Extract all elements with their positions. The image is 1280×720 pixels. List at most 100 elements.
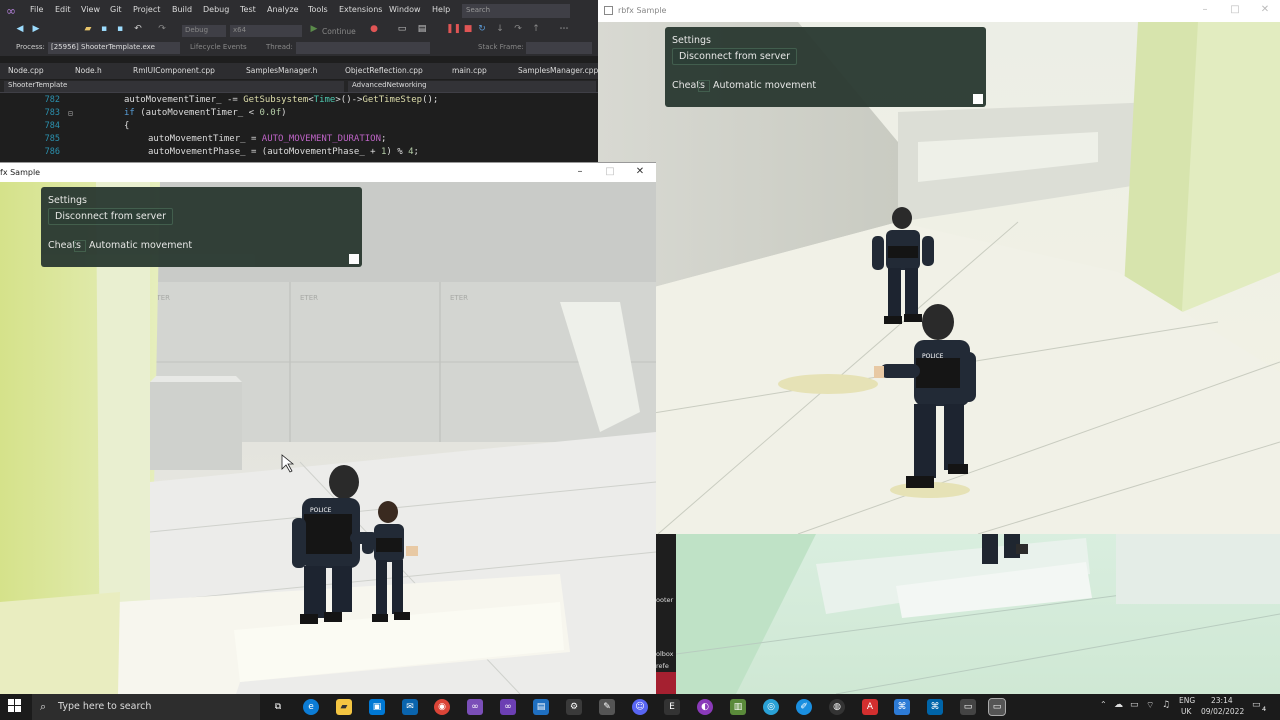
redo-icon[interactable]: ↷ (156, 24, 168, 36)
code-editor[interactable]: 782 autoMovementTimer_ -= GetSubsystem<T… (0, 93, 598, 163)
lifecycle-events-button[interactable]: Lifecycle Events (190, 43, 247, 51)
screen-icon[interactable]: ▭ (396, 24, 408, 36)
menu-build[interactable]: Build (172, 5, 192, 14)
language-region[interactable]: UK (1181, 707, 1191, 716)
pause-icon[interactable]: ❚❚ (446, 24, 461, 36)
language-code[interactable]: ENG (1179, 696, 1195, 705)
maximize-button[interactable]: □ (601, 166, 619, 177)
start-button[interactable] (8, 699, 22, 713)
browser-icon[interactable]: ◎ (763, 699, 779, 715)
stop-icon[interactable]: ■ (462, 24, 474, 36)
vscode-icon[interactable]: ⌘ (927, 699, 943, 715)
tray-chevron-icon[interactable]: ⌃ (1100, 700, 1107, 709)
paint-icon[interactable]: ✎ (599, 699, 615, 715)
collapse-icon[interactable]: ⊟ (68, 109, 73, 118)
menu-extensions[interactable]: Extensions (339, 5, 382, 14)
settings-gear-icon[interactable]: ⚙ (566, 699, 582, 715)
menu-edit[interactable]: Edit (55, 5, 71, 14)
automatic-movement-label[interactable]: Automatic movement (89, 240, 192, 251)
undo-icon[interactable]: ↶ (132, 24, 144, 36)
notepad-icon[interactable]: ▥ (730, 699, 746, 715)
obs-icon[interactable]: ◍ (829, 699, 845, 715)
mail-icon[interactable]: ✉ (402, 699, 418, 715)
menu-view[interactable]: View (81, 5, 100, 14)
maximize-button[interactable]: □ (1226, 4, 1244, 15)
navigate-forward-icon[interactable]: ▶ (30, 24, 42, 36)
cheats-checkbox[interactable] (74, 240, 86, 252)
navigate-back-icon[interactable]: ◀ (14, 24, 26, 36)
open-folder-icon[interactable]: ▰ (82, 24, 94, 36)
layout-icon[interactable]: ▤ (416, 24, 428, 36)
taskbar-search-box[interactable]: ⌕ Type here to search (32, 694, 260, 720)
tab-main-cpp[interactable]: main.cpp (452, 66, 487, 75)
toolbar-more-icon[interactable]: ⋯ (558, 24, 570, 36)
notification-center-icon[interactable]: ▭ (1252, 700, 1261, 710)
media-player-icon[interactable]: ◐ (697, 699, 713, 715)
pen-icon[interactable]: ✐ (796, 699, 812, 715)
tab-node-h[interactable]: Node.h (75, 66, 102, 75)
tab-samplesmanager-cpp[interactable]: SamplesManager.cpp (518, 66, 598, 75)
discord-icon[interactable]: ☺ (632, 699, 648, 715)
menu-tools[interactable]: Tools (308, 5, 328, 14)
minimize-button[interactable]: – (571, 166, 589, 177)
menu-file[interactable]: File (30, 5, 43, 14)
epic-games-icon[interactable]: E (664, 699, 680, 715)
vscode-insiders-icon[interactable]: ⌘ (894, 699, 910, 715)
disconnect-button[interactable]: Disconnect from server (48, 208, 173, 225)
continue-icon[interactable]: ▶ (308, 24, 320, 36)
panel-resize-grip[interactable] (973, 94, 983, 104)
network-icon[interactable]: ▭ (1130, 700, 1139, 710)
store-icon[interactable]: ▣ (369, 699, 385, 715)
app-window-icon[interactable]: ▤ (533, 699, 549, 715)
clock-date[interactable]: 09/02/2022 (1201, 707, 1244, 716)
menu-analyze[interactable]: Analyze (267, 5, 299, 14)
save-all-icon[interactable]: ▪ (114, 24, 126, 36)
save-icon[interactable]: ▪ (98, 24, 110, 36)
game-window-active-icon[interactable]: ▭ (988, 698, 1006, 716)
onedrive-icon[interactable]: ☁ (1114, 700, 1123, 710)
file-explorer-icon[interactable]: ▰ (336, 699, 352, 715)
project-nav-select[interactable]: ShooterTemplate (4, 81, 344, 92)
continue-button[interactable]: Continue (322, 27, 356, 36)
menu-project[interactable]: Project (133, 5, 160, 14)
tab-samplesmanager-h[interactable]: SamplesManager.h (246, 66, 317, 75)
chrome-icon[interactable]: ◉ (434, 699, 450, 715)
panel-resize-grip[interactable] (349, 254, 359, 264)
tab-objectreflection-cpp[interactable]: ObjectReflection.cpp (345, 66, 423, 75)
stack-frame-select[interactable] (526, 42, 592, 54)
menu-test[interactable]: Test (240, 5, 256, 14)
menu-help[interactable]: Help (432, 5, 450, 14)
cheats-checkbox[interactable] (698, 80, 710, 92)
platform-select[interactable]: x64 (230, 25, 302, 37)
edge-browser-icon[interactable]: e (303, 699, 319, 715)
tab-node-cpp[interactable]: Node.cpp (8, 66, 44, 75)
menu-debug[interactable]: Debug (203, 5, 229, 14)
thread-select[interactable] (296, 42, 430, 54)
acrobat-icon[interactable]: A (862, 699, 878, 715)
disconnect-button[interactable]: Disconnect from server (672, 48, 797, 65)
task-view-icon[interactable]: ⧉ (270, 699, 286, 715)
wifi-icon[interactable]: ⌔ (1146, 700, 1154, 711)
scope-nav-select[interactable]: AdvancedNetworking (348, 81, 596, 92)
solution-config-select[interactable]: Debug (182, 25, 226, 37)
visual-studio-logo-icon: ∞ (6, 4, 16, 18)
hot-reload-icon[interactable]: ● (368, 24, 380, 36)
tab-rmluicomponent-cpp[interactable]: RmlUIComponent.cpp (133, 66, 215, 75)
restart-icon[interactable]: ↻ (476, 24, 488, 36)
visual-studio-icon[interactable]: ∞ (500, 699, 516, 715)
close-button[interactable]: ✕ (1256, 4, 1274, 15)
vs-search-box[interactable]: Search (462, 4, 570, 18)
clock-time[interactable]: 23:14 (1211, 696, 1233, 705)
automatic-movement-label[interactable]: Automatic movement (713, 80, 816, 91)
process-select[interactable]: [25956] ShooterTemplate.exe (48, 42, 180, 54)
menu-window[interactable]: Window (389, 5, 421, 14)
close-button[interactable]: ✕ (631, 166, 649, 177)
minimize-button[interactable]: – (1196, 4, 1214, 15)
game-window-icon[interactable]: ▭ (960, 699, 976, 715)
step-over-icon[interactable]: ↷ (512, 24, 524, 36)
menu-git[interactable]: Git (110, 5, 122, 14)
step-into-icon[interactable]: ↓ (494, 24, 506, 36)
step-out-icon[interactable]: ↑ (530, 24, 542, 36)
visual-studio-preview-icon[interactable]: ∞ (467, 699, 483, 715)
volume-icon[interactable]: ♫ (1162, 700, 1170, 710)
